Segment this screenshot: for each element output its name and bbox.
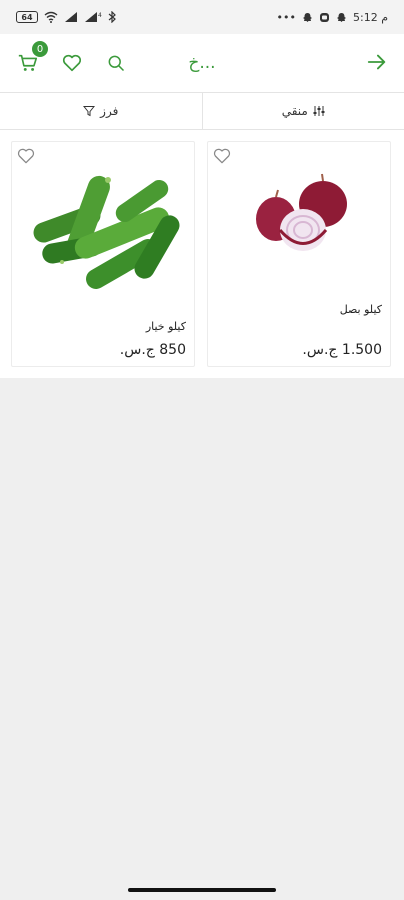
sliders-icon: [313, 106, 325, 116]
cart-button[interactable]: 0: [16, 41, 48, 75]
bluetooth-icon: [108, 11, 116, 23]
status-bar-right: ••• 5:12 م: [277, 11, 388, 24]
favorites-button[interactable]: [60, 51, 84, 75]
cart-count-badge: 0: [32, 41, 48, 57]
onion-shapes: [256, 173, 347, 251]
signal-icon: [65, 12, 77, 22]
heart-icon: [62, 54, 82, 72]
product-name: كيلو بصل: [339, 303, 382, 316]
onion-image: [256, 173, 347, 251]
arrow-right-icon: [367, 54, 386, 70]
more-icon: •••: [276, 10, 296, 24]
filter-button[interactable]: منقي: [201, 93, 404, 129]
filter-bar: فرز منقي: [0, 92, 404, 130]
snapchat-icon-2: [336, 12, 346, 22]
wifi-icon: [44, 11, 58, 23]
product-price: 850 ج.س.: [119, 342, 186, 358]
header-actions: 0: [16, 41, 128, 75]
product-card-onion[interactable]: كيلو بصل 1.500 ج.س.: [207, 141, 391, 367]
status-bar: 64 4G ••• 5:12 م: [0, 0, 404, 34]
message-icon: [319, 12, 329, 22]
battery-level: 64: [21, 12, 33, 22]
status-bar-left: 64 4G: [16, 11, 116, 23]
battery-icon: 64: [16, 11, 38, 23]
status-time: 5:12 م: [352, 10, 388, 24]
cucumber-shapes: [33, 175, 180, 289]
search-icon: [108, 55, 125, 72]
product-price: 1.500 ج.س.: [302, 342, 382, 358]
product-grid: كيلو خيار 850 ج.س. كيلو بصل 1.500 ج.س.: [0, 130, 404, 378]
home-indicator[interactable]: [128, 888, 276, 892]
signal-icon-2: 4G: [85, 12, 102, 22]
product-name: كيلو خيار: [145, 320, 186, 333]
snapchat-icon: [302, 12, 312, 22]
svg-text:4G: 4G: [98, 12, 102, 19]
sort-button[interactable]: فرز: [0, 93, 202, 129]
funnel-icon: [83, 106, 96, 117]
product-card-cucumber[interactable]: كيلو خيار 850 ج.س.: [11, 141, 195, 367]
sort-label: فرز: [100, 104, 119, 118]
search-button[interactable]: [104, 51, 128, 75]
cucumber-image: [33, 175, 180, 289]
filter-label: منقي: [281, 104, 308, 118]
back-button[interactable]: [366, 51, 388, 77]
app-header: 0 خ...: [0, 34, 404, 92]
